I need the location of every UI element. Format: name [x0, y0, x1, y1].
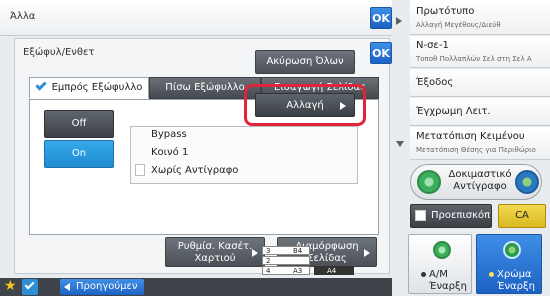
check-icon — [24, 279, 35, 290]
preview-button[interactable]: Προεπισκόπ — [410, 204, 492, 228]
menu-margin-shift-label: Μετατόπιση Κειμένου — [416, 131, 525, 142]
ok-button-top[interactable]: OK — [370, 7, 392, 29]
tray-size: A4 — [327, 267, 337, 275]
bw-dot-icon — [421, 272, 426, 277]
preview-icon — [415, 210, 426, 221]
start-icon — [433, 241, 451, 259]
start-bw-line2: Έναρξη — [429, 281, 467, 292]
test-copy-label: Δοκιμαστικό Αντίγραφο — [448, 169, 512, 192]
on-button[interactable]: On — [44, 140, 114, 168]
tray-3: 3 B4 — [262, 246, 310, 255]
previous-button[interactable]: Προηγούμεν — [60, 279, 144, 295]
paper-icon — [135, 164, 145, 176]
menu-original[interactable]: Πρωτότυπο Αλλαγή Μεγέθους/Διεύθ — [410, 0, 550, 35]
tab-front-cover[interactable]: Εμπρός Εξώφυλλο — [29, 77, 149, 99]
tray-selected: A4 — [314, 266, 354, 275]
menu-n-up-sub: Τοποθ Πολλαπλών Σελ στη Σελ Α — [416, 55, 532, 63]
start-color-line1: Χρώμα — [497, 269, 532, 280]
change-button-highlight: Αλλαγή — [244, 84, 366, 126]
check-icon — [34, 79, 47, 91]
start-bw-button[interactable]: Α/Μ Έναρξη — [408, 234, 472, 294]
test-copy-button[interactable]: Δοκιμαστικό Αντίγραφο — [410, 164, 542, 200]
dialog-title: Εξώφυλ/Ενθετ — [23, 47, 95, 58]
tab-front-cover-label: Εμπρός Εξώφυλλο — [51, 82, 143, 93]
menu-output[interactable]: Έξοδος — [410, 69, 550, 97]
menu-n-up[interactable]: Ν-σε-1 Τοποθ Πολλαπλών Σελ στη Σελ Α — [410, 36, 550, 68]
tray-2: 2 — [262, 256, 310, 265]
right-panel: Πρωτότυπο Αλλαγή Μεγέθους/Διεύθ Ν-σε-1 Τ… — [392, 0, 550, 296]
tray-number: 3 — [266, 247, 271, 255]
scroll-up-icon[interactable] — [396, 17, 402, 25]
tray-status: 3 B4 2 4 A3 A4 — [262, 246, 372, 278]
paper-tray-value: Bypass — [151, 129, 187, 140]
menu-original-label: Πρωτότυπο — [416, 6, 475, 17]
tray-4: 4 A3 — [262, 266, 310, 275]
tray-settings-label: Ρυθμίσ. Κασέτ. Χαρτιού — [177, 241, 253, 264]
menu-output-label: Έξοδος — [416, 77, 454, 88]
menu-margin-shift[interactable]: Μετατόπιση Κειμένου Μετατόπιση Θέσης για… — [410, 127, 550, 160]
tray-number: 2 — [266, 257, 271, 265]
star-icon[interactable]: ★ — [4, 278, 20, 294]
color-dot-icon — [489, 272, 494, 277]
tray-size: A3 — [293, 267, 303, 275]
paper-type-value: Κοινό 1 — [151, 147, 189, 158]
cover-insert-dialog: Εξώφυλ/Ενθετ Ακύρωση Όλων Εμπρός Εξώφυλλ… — [14, 38, 390, 274]
ca-button[interactable]: CA — [498, 204, 546, 228]
start-icon — [503, 241, 521, 259]
menu-margin-shift-sub: Μετατόπιση Θέσης για Περιθώριο — [416, 146, 536, 154]
arrow-right-icon — [340, 102, 346, 110]
tray-number: 4 — [266, 267, 271, 275]
start-bw-line1: Α/Μ — [429, 269, 448, 280]
scroll-down-icon[interactable] — [396, 141, 404, 147]
arrow-right-icon — [252, 249, 258, 257]
start-color-button[interactable]: Χρώμα Έναρξη — [476, 234, 542, 294]
change-button[interactable]: Αλλαγή — [255, 93, 355, 117]
menu-original-sub: Αλλαγή Μεγέθους/Διεύθ — [416, 21, 501, 29]
start-color-line2: Έναρξη — [497, 281, 535, 292]
copier-screen: Άλλα OK Εξώφυλ/Ενθετ Ακύρωση Όλων Εμπρός… — [0, 0, 550, 296]
preview-label: Προεπισκόπ — [431, 210, 491, 221]
menu-n-up-label: Ν-σε-1 — [416, 40, 449, 51]
menu-color-mode[interactable]: Έγχρωμη Λειτ. — [410, 98, 550, 126]
change-label: Αλλαγή — [286, 100, 324, 111]
start-color-label: Χρώμα Έναρξη — [489, 269, 535, 293]
menu-color-mode-label: Έγχρωμη Λειτ. — [416, 106, 491, 117]
check-icon-button[interactable] — [22, 279, 38, 295]
tray-size: B4 — [293, 247, 303, 255]
start-color-small-icon — [515, 170, 539, 194]
top-bar: Άλλα — [0, 0, 392, 36]
previous-label: Προηγούμεν — [76, 281, 138, 292]
paper-settings-box: Bypass Κοινό 1 Χωρίς Αντίγραφο — [130, 126, 358, 184]
arrow-left-icon — [64, 283, 70, 291]
print-mode-value: Χωρίς Αντίγραφο — [151, 165, 239, 176]
tray-settings-button[interactable]: Ρυθμίσ. Κασέτ. Χαρτιού — [165, 237, 265, 267]
off-button[interactable]: Off — [44, 110, 114, 138]
cancel-all-button[interactable]: Ακύρωση Όλων — [255, 50, 355, 74]
start-bw-label: Α/Μ Έναρξη — [421, 269, 467, 293]
bottom-bar: ★ Προηγούμεν — [0, 278, 392, 296]
ok-button-dialog[interactable]: OK — [370, 42, 392, 64]
screen-title: Άλλα — [10, 11, 36, 22]
start-bw-small-icon — [417, 170, 441, 194]
